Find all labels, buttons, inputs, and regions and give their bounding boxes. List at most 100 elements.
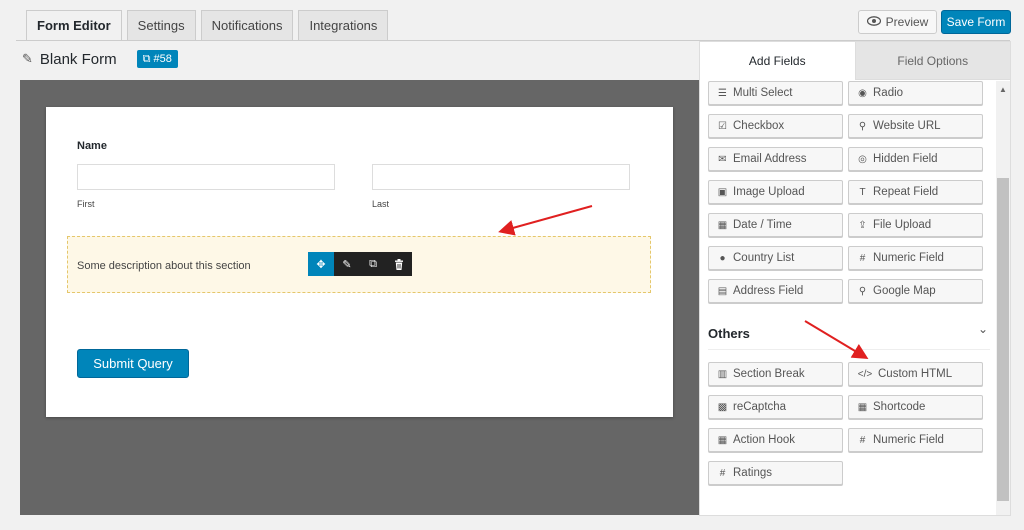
form-id-badge[interactable]: ⧉ #58 [136,50,178,68]
field-button-custom-html[interactable]: </> Custom HTML [848,362,983,386]
field-button-numeric-field[interactable]: # Numeric Field [848,428,983,452]
field-button-label: Image Upload [733,186,805,198]
last-name-input[interactable] [372,164,630,190]
field-button-label: Repeat Field [873,186,939,198]
field-button-email-address[interactable]: ✉ Email Address [708,147,843,171]
edit-icon[interactable]: ✎ [334,252,360,276]
field-button-date-time[interactable]: ▦ Date / Time [708,213,843,237]
field-button-country-list[interactable]: ● Country List [708,246,843,270]
map-marker-icon: ⚲ [858,285,867,297]
name-field-label: Name [77,140,107,152]
field-button-label: Website URL [873,120,941,132]
field-button-radio[interactable]: ◉ Radio [848,81,983,105]
list-icon: ☰ [718,87,727,99]
duplicate-icon[interactable]: ⧉ [360,252,386,276]
panel-scrollbar[interactable]: ▲ [996,81,1010,515]
field-button-label: Custom HTML [878,368,953,380]
qrcode-icon: ▩ [717,401,728,413]
scroll-up-icon[interactable]: ▲ [999,85,1007,94]
editor-tabs: Form Editor Settings Notifications Integ… [26,10,389,41]
calendar-icon: ▦ [717,434,728,446]
pencil-icon[interactable]: ✎ [22,51,33,67]
section-break-field[interactable]: Some description about this section ✥ ✎ … [67,236,651,293]
image-icon: ▣ [717,186,728,198]
field-button-numeric-field[interactable]: # Numeric Field [848,246,983,270]
code-icon: </> [857,368,873,380]
field-button-label: Numeric Field [873,434,944,446]
calendar-icon: ▦ [717,219,728,231]
field-button-recaptcha[interactable]: ▩ reCaptcha [708,395,843,419]
others-divider [708,349,990,350]
envelope-icon: ✉ [718,153,727,165]
field-button-file-upload[interactable]: ⇪ File Upload [848,213,983,237]
field-toolbar: ✥ ✎ ⧉ [308,252,412,276]
link-icon: ⚲ [858,120,867,132]
save-form-button[interactable]: Save Form [941,10,1011,34]
tab-integrations[interactable]: Integrations [298,10,389,40]
field-button-website-url[interactable]: ⚲ Website URL [848,114,983,138]
tab-settings[interactable]: Settings [126,10,196,40]
field-button-label: Section Break [733,368,805,380]
others-heading[interactable]: Others [708,326,750,341]
field-button-label: Numeric Field [873,252,944,264]
preview-label: Preview [885,15,929,29]
scroll-thumb[interactable] [997,178,1009,501]
field-button-label: File Upload [873,219,932,231]
field-button-label: Date / Time [733,219,792,231]
field-button-multi-select[interactable]: ☰ Multi Select [708,81,843,105]
field-button-hidden-field[interactable]: ◎ Hidden Field [848,147,983,171]
field-button-label: Google Map [873,285,936,297]
form-title[interactable]: Blank Form [40,51,117,68]
field-button-label: Multi Select [733,87,793,99]
field-button-label: Shortcode [873,401,926,413]
first-name-input[interactable] [77,164,335,190]
globe-icon: ● [719,252,726,264]
tab-notifications[interactable]: Notifications [200,10,294,40]
upload-icon: ⇪ [858,219,867,231]
copy-icon: ⧉ [142,53,154,65]
field-button-ratings[interactable]: # Ratings [708,461,843,485]
section-description: Some description about this section [77,260,251,272]
trash-icon[interactable] [386,252,412,276]
radio-icon: ◉ [858,87,867,99]
chevron-down-icon[interactable]: ⌄ [978,322,988,336]
field-button-shortcode[interactable]: ▦ Shortcode [848,395,983,419]
field-button-image-upload[interactable]: ▣ Image Upload [708,180,843,204]
text-icon: T [859,186,866,198]
field-button-repeat-field[interactable]: T Repeat Field [848,180,983,204]
eye-icon [866,15,881,29]
move-icon[interactable]: ✥ [308,252,334,276]
fields-panel: Add Fields Field Options ☰ Multi Select ◉ R… [699,41,1011,516]
first-sublabel: First [77,199,95,209]
address-card-icon: ▤ [717,285,728,297]
field-button-action-hook[interactable]: ▦ Action Hook [708,428,843,452]
field-button-label: Hidden Field [873,153,938,165]
field-button-label: Radio [873,87,904,99]
field-button-label: reCaptcha [733,401,787,413]
form-canvas: Name First Last Some description about t… [20,80,699,515]
checkbox-icon: ☑ [718,120,727,132]
form-preview: Name First Last Some description about t… [46,107,673,417]
field-button-address-field[interactable]: ▤ Address Field [708,279,843,303]
field-button-label: Country List [733,252,795,264]
field-button-label: Address Field [733,285,804,297]
hash-icon: # [719,467,726,479]
field-button-google-map[interactable]: ⚲ Google Map [848,279,983,303]
hash-icon: # [859,252,866,264]
field-button-section-break[interactable]: ▥ Section Break [708,362,843,386]
preview-button[interactable]: Preview [858,10,937,34]
tab-add-fields[interactable]: Add Fields [700,42,855,80]
field-button-checkbox[interactable]: ☑ Checkbox [708,114,843,138]
last-sublabel: Last [372,199,390,209]
tab-form-editor[interactable]: Form Editor [26,10,122,41]
panel-tabs: Add Fields Field Options [700,42,1010,80]
field-button-label: Email Address [733,153,807,165]
field-button-label: Ratings [733,467,772,479]
tab-field-options[interactable]: Field Options [854,42,1010,80]
form-title-row: ✎ Blank Form ⧉ #58 [22,50,178,68]
field-button-label: Checkbox [733,120,785,132]
columns-icon: ▥ [717,368,728,380]
eye-slash-icon: ◎ [858,153,867,165]
submit-button[interactable]: Submit Query [77,349,189,378]
hash-icon: # [859,434,866,446]
